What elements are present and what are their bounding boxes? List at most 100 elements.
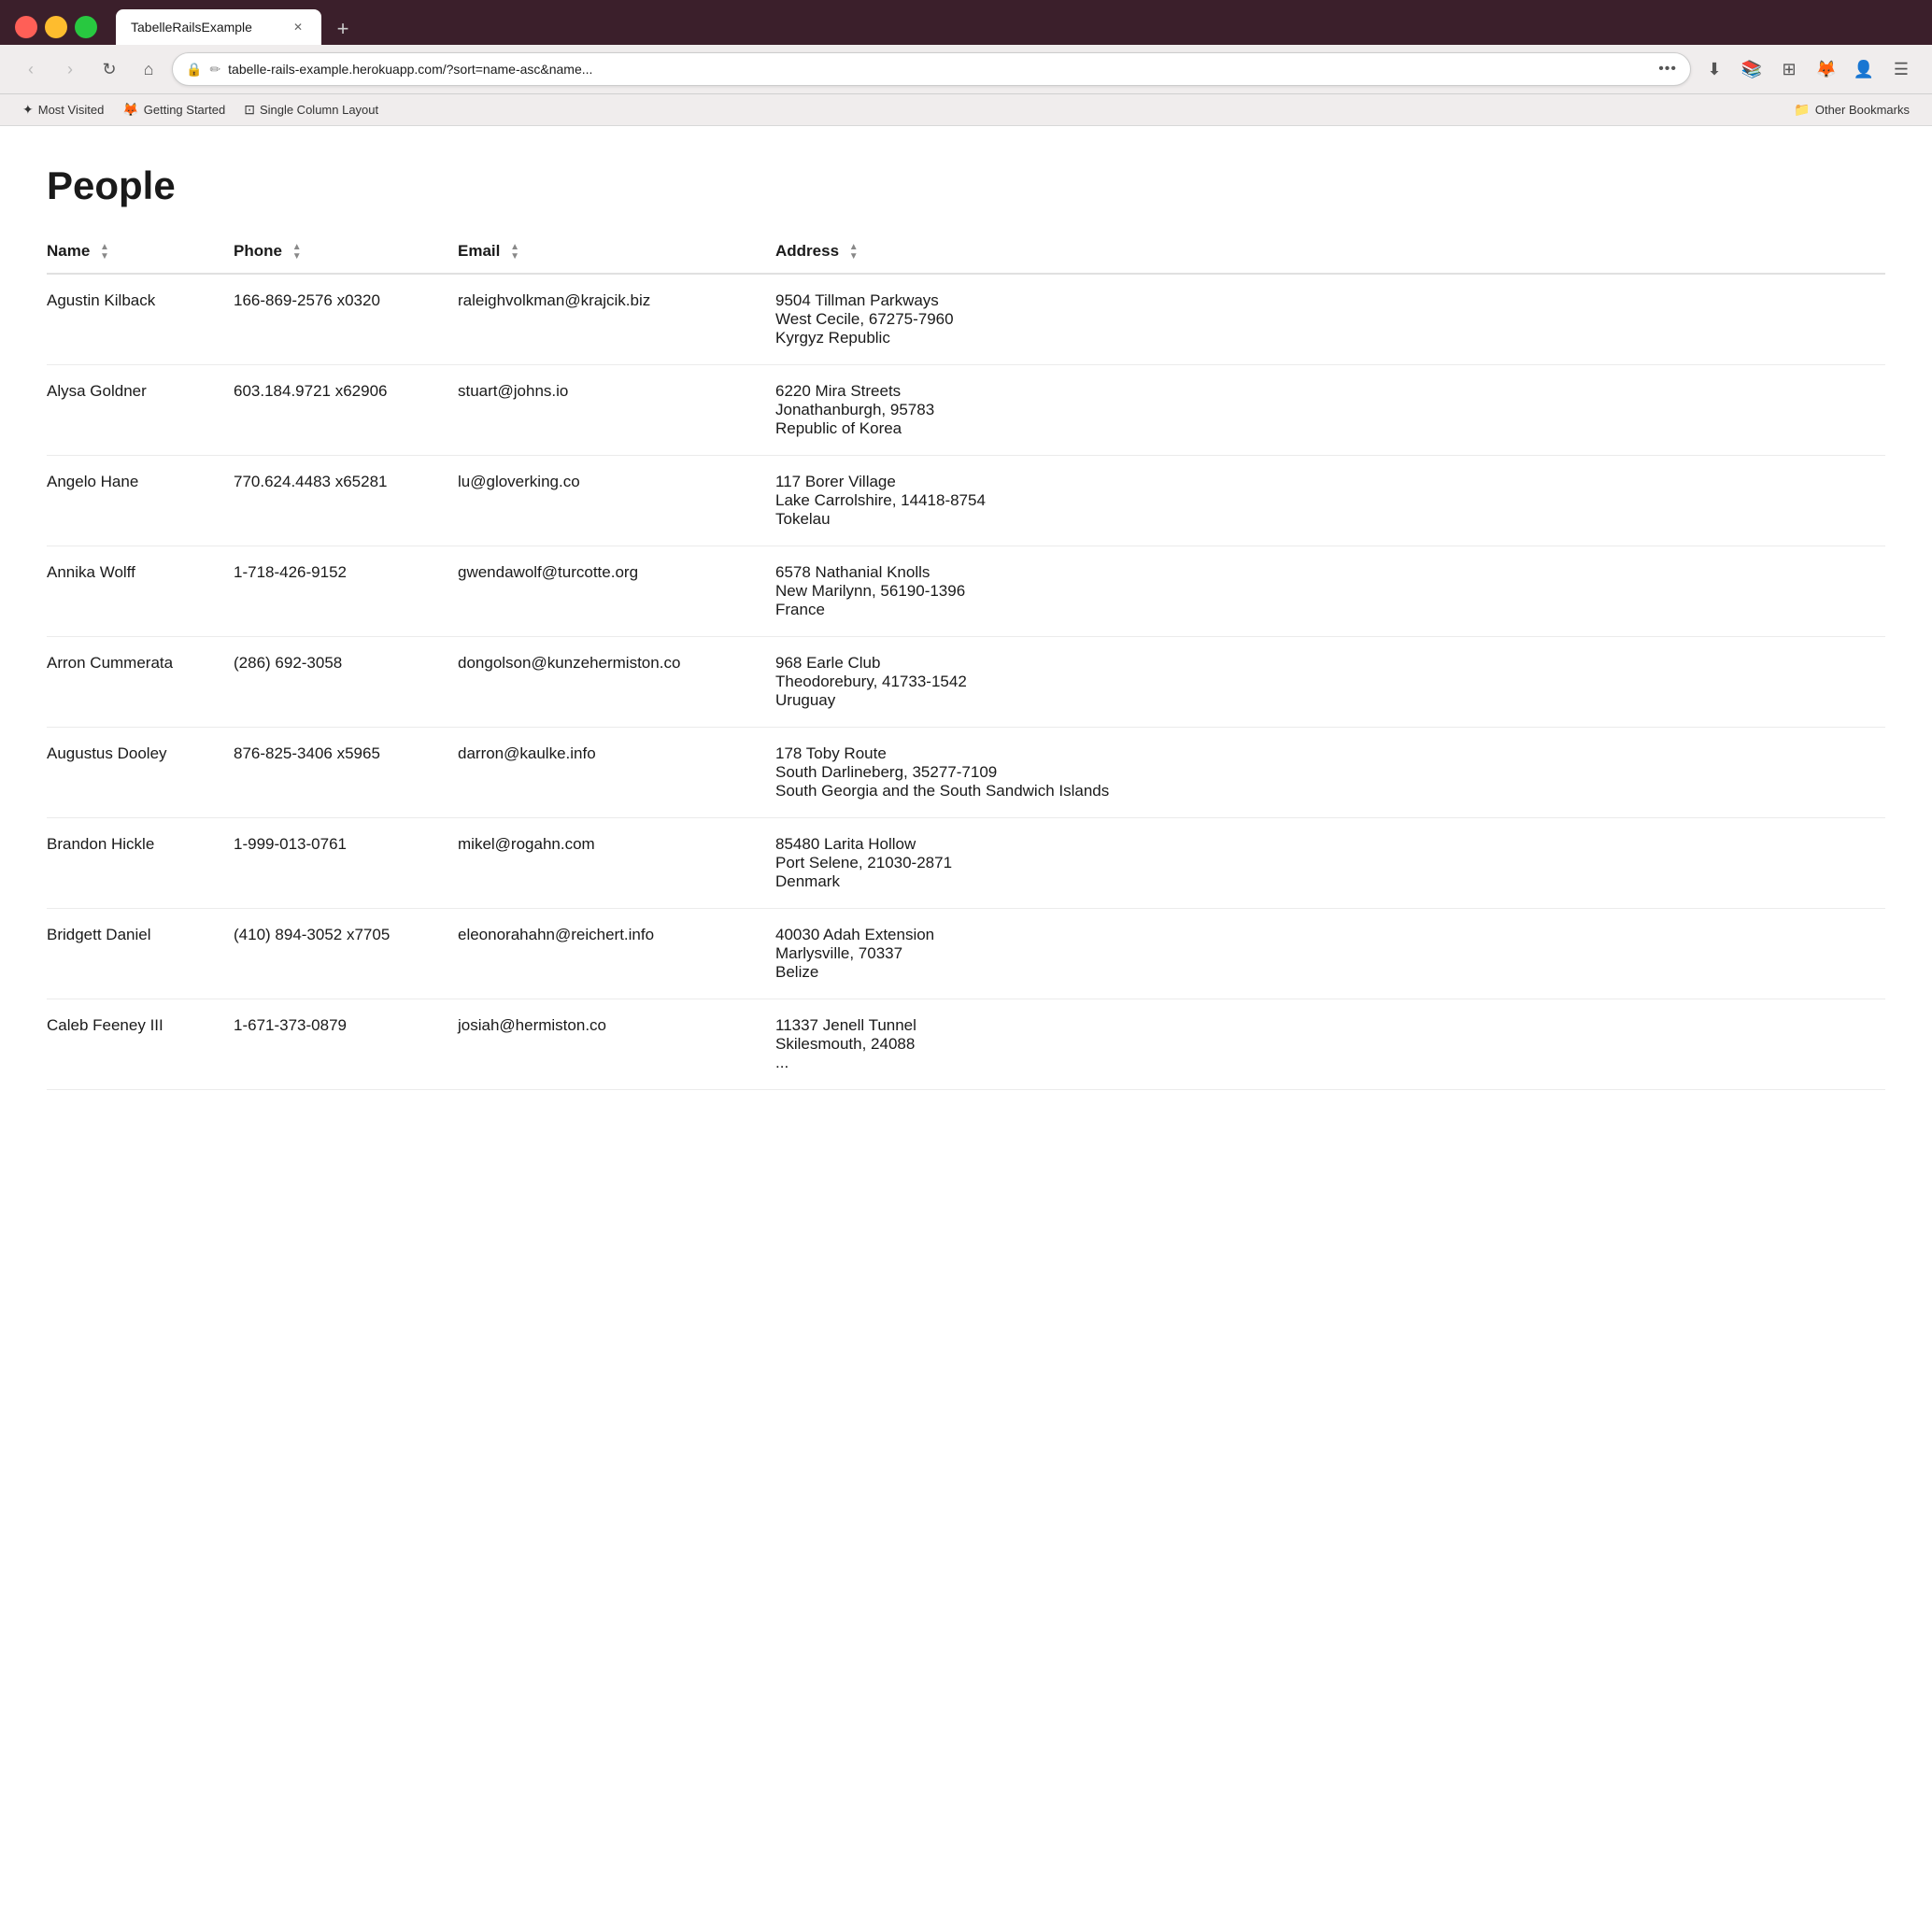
table-row: Alysa Goldner603.184.9721 x62906stuart@j…	[47, 364, 1885, 455]
cell-address: 11337 Jenell TunnelSkilesmouth, 24088...	[775, 999, 1885, 1089]
bookmark-single-column[interactable]: ⊡ Single Column Layout	[236, 98, 386, 121]
column-header-phone[interactable]: Phone ▲▼	[234, 231, 458, 274]
cell-name: Bridgett Daniel	[47, 908, 234, 999]
address-line3: Republic of Korea	[775, 419, 1870, 438]
address-line2: Skilesmouth, 24088	[775, 1035, 1870, 1054]
cell-address: 178 Toby RouteSouth Darlineberg, 35277-7…	[775, 727, 1885, 817]
cell-name: Augustus Dooley	[47, 727, 234, 817]
maximize-button[interactable]	[75, 16, 97, 38]
address-line3: Kyrgyz Republic	[775, 329, 1870, 347]
cell-phone: 876-825-3406 x5965	[234, 727, 458, 817]
cell-address: 9504 Tillman ParkwaysWest Cecile, 67275-…	[775, 274, 1885, 365]
table-row: Caleb Feeney III1-671-373-0879josiah@her…	[47, 999, 1885, 1089]
active-tab[interactable]: TabelleRailsExample ✕	[116, 9, 321, 45]
nav-bar: ‹ › ↻ ⌂ 🔒 ✏ tabelle-rails-example.heroku…	[0, 45, 1932, 94]
download-button[interactable]: ⬇	[1698, 53, 1730, 85]
bookmarks-button[interactable]: 📚	[1736, 53, 1768, 85]
address-line3: Uruguay	[775, 691, 1870, 710]
firefox-account-button[interactable]: 🦊	[1811, 53, 1842, 85]
header-row: Name ▲▼ Phone ▲▼ Email ▲▼ Address ▲▼	[47, 231, 1885, 274]
address-more-button[interactable]: •••	[1658, 61, 1677, 78]
cell-email: gwendawolf@turcotte.org	[458, 546, 775, 636]
star-icon: ✦	[22, 102, 34, 118]
forward-button[interactable]: ›	[54, 53, 86, 85]
address-line2: New Marilynn, 56190-1396	[775, 582, 1870, 601]
other-bookmarks[interactable]: 📁 Other Bookmarks	[1786, 98, 1917, 121]
sort-icon-phone: ▲▼	[292, 243, 302, 262]
security-icon: 🔒	[186, 62, 202, 78]
people-table: Name ▲▼ Phone ▲▼ Email ▲▼ Address ▲▼ Agu…	[47, 231, 1885, 1090]
table-row: Arron Cummerata(286) 692-3058dongolson@k…	[47, 636, 1885, 727]
page-content: People Name ▲▼ Phone ▲▼ Email ▲▼ Address	[0, 126, 1932, 1927]
minimize-button[interactable]	[45, 16, 67, 38]
table-header: Name ▲▼ Phone ▲▼ Email ▲▼ Address ▲▼	[47, 231, 1885, 274]
url-icon: ✏	[209, 62, 220, 78]
column-header-name[interactable]: Name ▲▼	[47, 231, 234, 274]
address-line1: 6578 Nathanial Knolls	[775, 563, 1870, 582]
address-line1: 11337 Jenell Tunnel	[775, 1016, 1870, 1035]
cell-phone: 603.184.9721 x62906	[234, 364, 458, 455]
address-line1: 40030 Adah Extension	[775, 926, 1870, 944]
cell-email: stuart@johns.io	[458, 364, 775, 455]
home-button[interactable]: ⌂	[133, 53, 164, 85]
cell-address: 6578 Nathanial KnollsNew Marilynn, 56190…	[775, 546, 1885, 636]
menu-button[interactable]: ☰	[1885, 53, 1917, 85]
new-tab-button[interactable]: +	[327, 13, 359, 45]
firefox-icon: 🦊	[122, 102, 138, 118]
cell-name: Annika Wolff	[47, 546, 234, 636]
cell-address: 968 Earle ClubTheodorebury, 41733-1542Ur…	[775, 636, 1885, 727]
table-body: Agustin Kilback166-869-2576 x0320raleigh…	[47, 274, 1885, 1090]
column-header-email[interactable]: Email ▲▼	[458, 231, 775, 274]
table-row: Annika Wolff1-718-426-9152gwendawolf@tur…	[47, 546, 1885, 636]
address-line3: France	[775, 601, 1870, 619]
cell-name: Agustin Kilback	[47, 274, 234, 365]
cell-email: dongolson@kunzehermiston.co	[458, 636, 775, 727]
cell-address: 85480 Larita HollowPort Selene, 21030-28…	[775, 817, 1885, 908]
bookmark-getting-started-label: Getting Started	[144, 103, 225, 117]
cell-email: mikel@rogahn.com	[458, 817, 775, 908]
extensions-button[interactable]: ⊞	[1773, 53, 1805, 85]
url-text: tabelle-rails-example.herokuapp.com/?sor…	[228, 62, 1651, 77]
tabs-bar: TabelleRailsExample ✕ +	[116, 9, 359, 45]
address-line1: 968 Earle Club	[775, 654, 1870, 673]
address-line2: Port Selene, 21030-2871	[775, 854, 1870, 872]
other-bookmarks-label: Other Bookmarks	[1815, 103, 1910, 117]
cell-name: Caleb Feeney III	[47, 999, 234, 1089]
sort-icon-name: ▲▼	[100, 243, 109, 262]
address-line3: South Georgia and the South Sandwich Isl…	[775, 782, 1870, 801]
cell-phone: 166-869-2576 x0320	[234, 274, 458, 365]
cell-email: darron@kaulke.info	[458, 727, 775, 817]
table-row: Agustin Kilback166-869-2576 x0320raleigh…	[47, 274, 1885, 365]
account-button[interactable]: 👤	[1848, 53, 1880, 85]
cell-address: 6220 Mira StreetsJonathanburgh, 95783Rep…	[775, 364, 1885, 455]
table-row: Augustus Dooley876-825-3406 x5965darron@…	[47, 727, 1885, 817]
cell-email: raleighvolkman@krajcik.biz	[458, 274, 775, 365]
cell-email: eleonorahahn@reichert.info	[458, 908, 775, 999]
address-line1: 85480 Larita Hollow	[775, 835, 1870, 854]
address-line2: Lake Carrolshire, 14418-8754	[775, 491, 1870, 510]
address-line2: Jonathanburgh, 95783	[775, 401, 1870, 419]
address-line3: ...	[775, 1054, 1870, 1072]
bookmark-most-visited[interactable]: ✦ Most Visited	[15, 98, 111, 121]
reload-button[interactable]: ↻	[93, 53, 125, 85]
browser-chrome: TabelleRailsExample ✕ + ‹ › ↻ ⌂ 🔒 ✏ tabe…	[0, 0, 1932, 126]
address-line1: 178 Toby Route	[775, 744, 1870, 763]
bookmarks-bar: ✦ Most Visited 🦊 Getting Started ⊡ Singl…	[0, 94, 1932, 126]
address-line2: Marlysville, 70337	[775, 944, 1870, 963]
sort-icon-address: ▲▼	[849, 243, 859, 262]
cell-email: lu@gloverking.co	[458, 455, 775, 546]
layout-icon: ⊡	[244, 102, 255, 118]
cell-phone: (410) 894-3052 x7705	[234, 908, 458, 999]
address-bar[interactable]: 🔒 ✏ tabelle-rails-example.herokuapp.com/…	[172, 52, 1691, 86]
close-button[interactable]	[15, 16, 37, 38]
address-line2: South Darlineberg, 35277-7109	[775, 763, 1870, 782]
address-line2: West Cecile, 67275-7960	[775, 310, 1870, 329]
cell-email: josiah@hermiston.co	[458, 999, 775, 1089]
folder-icon: 📁	[1794, 102, 1810, 118]
tab-close-button[interactable]: ✕	[290, 19, 306, 35]
bookmark-getting-started[interactable]: 🦊 Getting Started	[115, 98, 233, 121]
traffic-lights	[15, 16, 97, 38]
column-header-address[interactable]: Address ▲▼	[775, 231, 1885, 274]
back-button[interactable]: ‹	[15, 53, 47, 85]
bookmark-single-column-label: Single Column Layout	[260, 103, 378, 117]
